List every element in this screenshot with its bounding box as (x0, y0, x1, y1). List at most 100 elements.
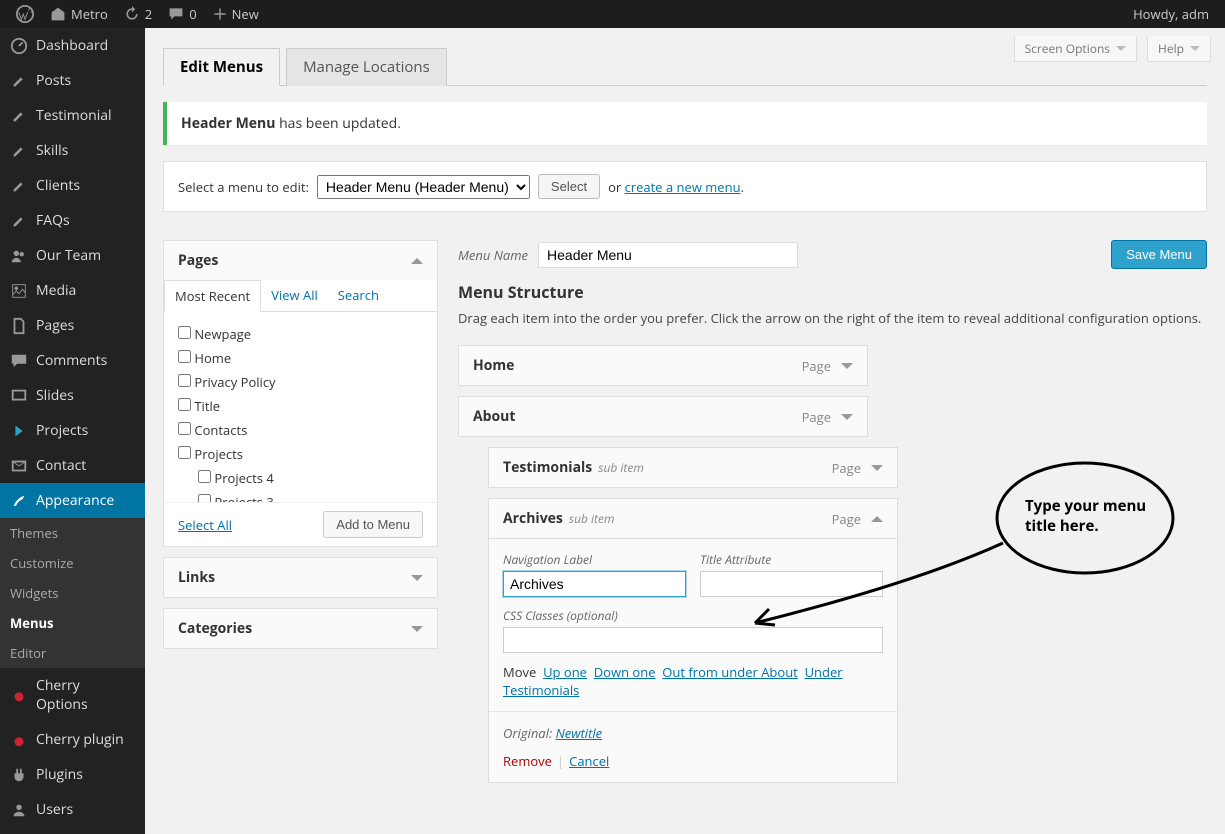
page-checkbox-item[interactable]: Projects (178, 442, 423, 466)
nav-users[interactable]: Users (0, 792, 145, 827)
menu-item-bar[interactable]: AboutPage (458, 396, 868, 437)
nav-skills[interactable]: Skills (0, 133, 145, 168)
nav-clients[interactable]: Clients (0, 168, 145, 203)
select-menu-label: Select a menu to edit: (178, 178, 309, 196)
cancel-link[interactable]: Cancel (569, 752, 609, 770)
nav-pages[interactable]: Pages (0, 308, 145, 343)
sub-editor[interactable]: Editor (0, 638, 145, 668)
screen-options-button[interactable]: Screen Options (1014, 36, 1137, 62)
menu-item: Archivessub itemPageNavigation LabelTitl… (488, 498, 1207, 783)
menu-select-row: Select a menu to edit: Header Menu (Head… (163, 161, 1207, 212)
page-checkbox[interactable] (178, 326, 191, 339)
page-checkbox[interactable] (178, 350, 191, 363)
original-label: Original: (503, 724, 556, 742)
sub-menus[interactable]: Menus (0, 608, 145, 638)
move-down-link[interactable]: Down one (594, 663, 656, 681)
chevron-down-icon (411, 575, 423, 587)
nav-comments[interactable]: Comments (0, 343, 145, 378)
page-checkbox[interactable] (178, 422, 191, 435)
nav-cherry-plugin[interactable]: Cherry plugin (0, 722, 145, 757)
page-checklist[interactable]: Newpage Home Privacy Policy Title Contac… (164, 312, 437, 502)
page-checkbox-item[interactable]: Projects 4 (178, 466, 423, 490)
page-checkbox-item[interactable]: Projects 3 (178, 490, 423, 502)
wp-logo[interactable] (8, 0, 42, 28)
site-name: Metro (71, 5, 108, 23)
pages-tab-viewall[interactable]: View All (261, 280, 328, 311)
pages-tab-recent[interactable]: Most Recent (164, 280, 261, 312)
pages-tab-search[interactable]: Search (328, 280, 389, 311)
chevron-up-icon (411, 252, 423, 264)
menu-item: HomePage (458, 345, 1207, 386)
create-menu-link[interactable]: create a new menu (625, 178, 741, 196)
pages-tabs: Most Recent View All Search (164, 280, 437, 312)
accordion-pages-head[interactable]: Pages (164, 241, 437, 280)
menu-item-toggle-icon[interactable] (841, 363, 853, 375)
menu-select[interactable]: Header Menu (Header Menu) (317, 175, 530, 199)
page-checkbox[interactable] (198, 494, 211, 502)
page-checkbox-item[interactable]: Newpage (178, 322, 423, 346)
menu-item-settings: Navigation LabelTitle AttributeCSS Class… (488, 539, 898, 783)
menu-item-bar[interactable]: HomePage (458, 345, 868, 386)
menu-item-toggle-icon[interactable] (871, 465, 883, 477)
page-checkbox-item[interactable]: Title (178, 394, 423, 418)
sub-customize[interactable]: Customize (0, 548, 145, 578)
menu-item: Testimonialssub itemPage (488, 447, 1207, 488)
page-checkbox[interactable] (178, 374, 191, 387)
menu-structure-desc: Drag each item into the order you prefer… (458, 309, 1207, 327)
nav-contact[interactable]: Contact (0, 448, 145, 483)
help-button[interactable]: Help (1147, 36, 1211, 62)
menu-item-bar[interactable]: Testimonialssub itemPage (488, 447, 898, 488)
nav-posts[interactable]: Posts (0, 63, 145, 98)
page-checkbox[interactable] (178, 398, 191, 411)
move-label: Move (503, 663, 536, 681)
remove-link[interactable]: Remove (503, 752, 552, 770)
page-checkbox-item[interactable]: Home (178, 346, 423, 370)
menu-item: AboutPage (458, 396, 1207, 437)
menu-name-input[interactable] (538, 242, 798, 268)
page-checkbox[interactable] (198, 470, 211, 483)
menu-item-toggle-icon[interactable] (841, 414, 853, 426)
nav-our-team[interactable]: Our Team (0, 238, 145, 273)
nav-appearance[interactable]: Appearance (0, 483, 145, 518)
tab-manage-locations[interactable]: Manage Locations (286, 48, 447, 86)
tab-edit-menus[interactable]: Edit Menus (163, 48, 280, 86)
menu-item-bar[interactable]: Archivessub itemPage (488, 498, 898, 539)
select-all-link[interactable]: Select All (178, 516, 232, 534)
comments-count: 0 (189, 5, 196, 23)
howdy-link[interactable]: Howdy, adm (1125, 0, 1217, 28)
select-menu-button[interactable]: Select (538, 174, 600, 199)
move-out-link[interactable]: Out from under About (662, 663, 798, 681)
chevron-down-icon (1116, 46, 1126, 56)
nav-label-input[interactable] (503, 571, 686, 597)
nav-projects[interactable]: Projects (0, 413, 145, 448)
nav-media[interactable]: Media (0, 273, 145, 308)
css-classes-input[interactable] (503, 627, 883, 653)
nav-cherry-options[interactable]: Cherry Options (0, 668, 145, 722)
new-link[interactable]: New (205, 0, 267, 28)
title-attr-input[interactable] (700, 571, 883, 597)
nav-testimonial[interactable]: Testimonial (0, 98, 145, 133)
chevron-down-icon (1190, 46, 1200, 56)
save-menu-button[interactable]: Save Menu (1111, 240, 1207, 269)
sub-widgets[interactable]: Widgets (0, 578, 145, 608)
comments-link[interactable]: 0 (160, 0, 204, 28)
accordion-categories-head[interactable]: Categories (164, 609, 437, 648)
site-link[interactable]: Metro (42, 0, 116, 28)
page-checkbox-item[interactable]: Privacy Policy (178, 370, 423, 394)
nav-dashboard[interactable]: Dashboard (0, 28, 145, 63)
original-link[interactable]: Newtitle (556, 724, 603, 742)
or-text: or create a new menu. (608, 178, 744, 196)
page-checkbox-item[interactable]: Contacts (178, 418, 423, 442)
nav-faqs[interactable]: FAQs (0, 203, 145, 238)
menu-item-toggle-icon[interactable] (871, 510, 883, 522)
nav-plugins[interactable]: Plugins (0, 757, 145, 792)
add-to-menu-button[interactable]: Add to Menu (323, 511, 423, 538)
page-checkbox[interactable] (178, 446, 191, 459)
nav-slides[interactable]: Slides (0, 378, 145, 413)
admin-sidebar: Dashboard Posts Testimonial Skills Clien… (0, 28, 145, 834)
sub-themes[interactable]: Themes (0, 518, 145, 548)
accordion-links-head[interactable]: Links (164, 558, 437, 597)
main-content: Screen Options Help Edit Menus Manage Lo… (145, 28, 1225, 834)
updates-link[interactable]: 2 (116, 0, 160, 28)
move-up-link[interactable]: Up one (543, 663, 587, 681)
